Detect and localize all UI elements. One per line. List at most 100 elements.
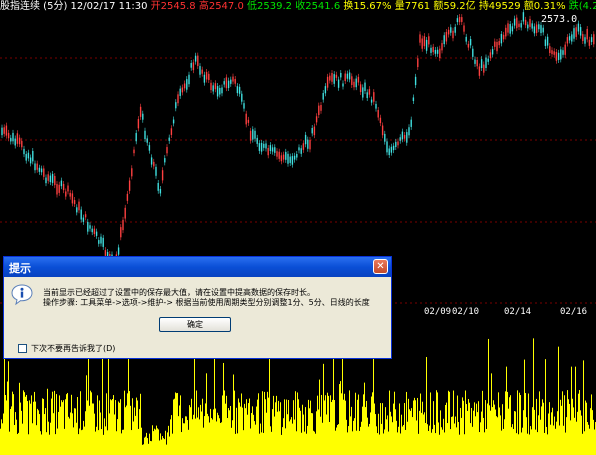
volume-bar: [79, 428, 80, 455]
candle-body: [139, 106, 142, 117]
volume-bar: [472, 426, 473, 455]
candle-body: [293, 155, 296, 160]
volume-bar: [592, 410, 593, 455]
volume-bar: [135, 415, 136, 455]
volume-bar: [440, 410, 441, 455]
candle-body: [58, 184, 60, 193]
volume-bar: [146, 432, 147, 455]
volume-bar: [497, 417, 498, 455]
volume-bar: [540, 419, 541, 455]
volume-bar: [229, 410, 230, 455]
volume-bar: [264, 391, 265, 455]
volume-bar: [109, 413, 110, 455]
candle-body: [45, 177, 47, 184]
volume-bar: [163, 438, 164, 455]
candle-body: [386, 141, 388, 153]
volume-bar: [568, 399, 569, 455]
candle-body: [566, 37, 569, 44]
volume-bar: [73, 427, 74, 455]
volume-bar: [489, 405, 490, 455]
candle-body: [315, 116, 318, 123]
candle-body: [456, 18, 459, 23]
volume-bar: [430, 392, 431, 455]
candle-body: [524, 19, 527, 26]
volume-bar: [97, 395, 98, 455]
volume-bar: [375, 414, 376, 455]
volume-bar: [225, 403, 226, 455]
candle-body: [271, 147, 274, 152]
candle-body: [320, 105, 322, 111]
volume-bar: [34, 391, 35, 455]
candle-body: [179, 88, 181, 96]
checkbox-label[interactable]: 下次不要再告诉我了(D): [31, 343, 115, 354]
volume-bar: [365, 407, 366, 455]
volume-bar: [86, 375, 87, 455]
candle-body: [417, 58, 419, 68]
volume-bar: [46, 432, 47, 455]
candle-body: [480, 59, 483, 69]
volume-bar: [544, 432, 545, 455]
candle-body: [408, 127, 410, 136]
chart-area[interactable]: [0, 0, 596, 455]
ok-button[interactable]: 确定: [159, 317, 231, 332]
candle-body: [425, 39, 428, 51]
candle-body: [27, 152, 30, 159]
dialog-titlebar[interactable]: 提示 ✕: [4, 257, 391, 277]
candle-body: [65, 191, 67, 197]
candle-body: [379, 117, 382, 124]
volume-bar: [305, 407, 306, 455]
candle-body: [496, 41, 498, 52]
volume-bar: [136, 397, 137, 455]
candle-body: [49, 175, 52, 183]
candle-body: [304, 134, 307, 145]
volume-bar: [116, 431, 117, 455]
volume-bar: [78, 434, 79, 455]
volume-bar: [137, 400, 138, 455]
volume-bar: [187, 420, 188, 455]
volume-bar: [121, 433, 122, 455]
amount: 额59.2亿: [433, 1, 476, 12]
volume-bar: [142, 444, 143, 455]
candle-body: [538, 24, 540, 30]
volume-bar: [101, 429, 102, 455]
volume-bar: [457, 395, 458, 455]
candle-body: [469, 39, 472, 46]
candle-body: [164, 158, 166, 163]
volume-bar: [299, 407, 300, 455]
volume-bar: [424, 412, 425, 455]
volume-bar: [394, 391, 395, 455]
candle-body: [298, 147, 300, 151]
volume-bar: [360, 426, 361, 455]
candle-body: [157, 182, 159, 191]
candle-body: [133, 149, 135, 154]
volume-bar: [125, 407, 126, 455]
volume-bar: [153, 431, 154, 455]
volume-bar: [22, 423, 23, 455]
volume-bar: [317, 395, 318, 455]
volume-bar: [252, 406, 253, 455]
price-chart[interactable]: [0, 0, 596, 455]
volume-bar: [274, 416, 275, 455]
volume-bar: [110, 399, 111, 455]
volume-bar: [344, 393, 345, 455]
volume-bar: [217, 412, 218, 455]
volume-bar: [386, 419, 387, 455]
volume-bar: [526, 417, 527, 455]
candle-body: [142, 113, 144, 120]
volume-bar: [555, 428, 556, 455]
volume-bar: [575, 366, 576, 455]
volume-bar: [223, 362, 224, 455]
volume-bar: [89, 405, 90, 455]
volume-bar: [583, 360, 584, 455]
checkbox-box[interactable]: [18, 344, 27, 353]
volume-bar: [383, 433, 384, 455]
volume-bar: [594, 429, 595, 455]
volume-bar: [401, 414, 402, 455]
candle-body: [359, 84, 362, 93]
volume-bar: [189, 405, 190, 455]
close-button[interactable]: ✕: [373, 259, 388, 274]
volume-bar: [218, 415, 219, 455]
volume-bar: [538, 415, 539, 455]
volume-bar: [436, 390, 437, 455]
volume-bar: [74, 408, 75, 455]
